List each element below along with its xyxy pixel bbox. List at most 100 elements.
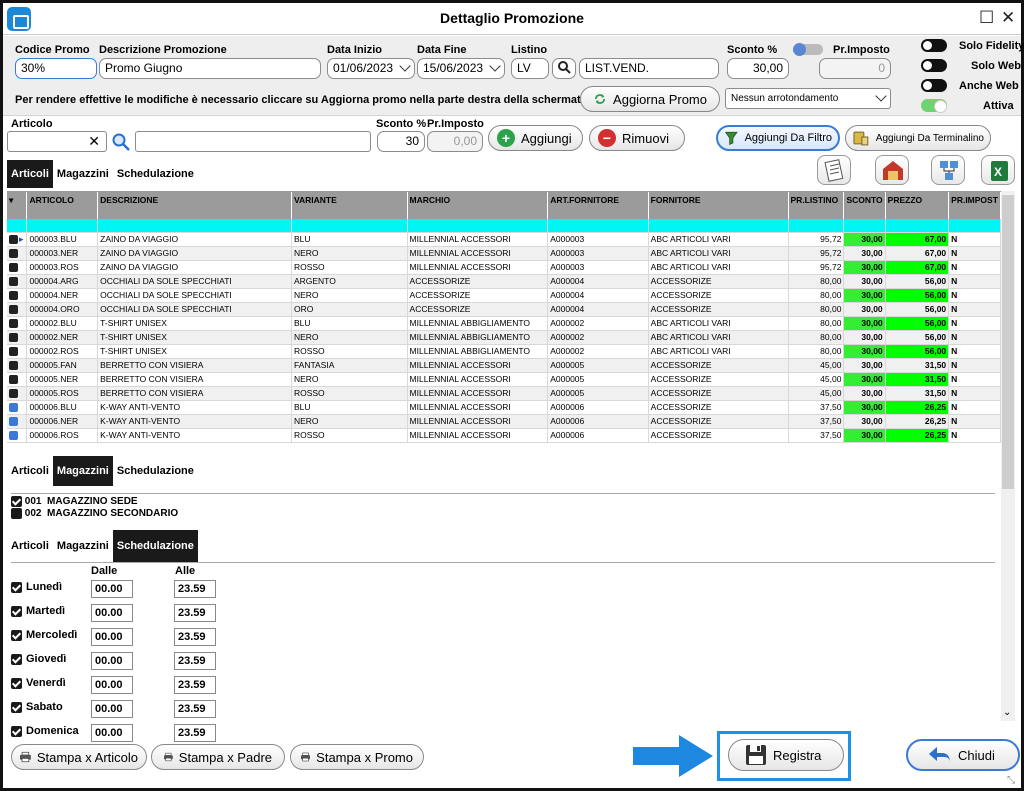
aggiungi-da-filtro-button[interactable]: Aggiungi Da Filtro (716, 125, 840, 151)
row-selector[interactable] (7, 358, 28, 373)
resize-grip-icon[interactable]: ⤡ (1007, 775, 1015, 786)
table-row[interactable]: 000002.NER T-SHIRT UNISEX NERO MILLENNIAL A… (7, 330, 1001, 345)
row-selector[interactable] (7, 288, 28, 303)
anche-web-toggle[interactable] (921, 79, 947, 92)
aggiungi-button[interactable]: + Aggiungi (488, 125, 583, 151)
attiva-toggle[interactable] (921, 99, 947, 113)
row-selector-header[interactable]: ▾ (7, 192, 28, 219)
codice-input[interactable]: 30% (15, 58, 97, 79)
row-selector[interactable] (7, 274, 28, 289)
row-selector[interactable] (7, 400, 28, 415)
listino-search-button[interactable] (552, 58, 576, 79)
listino-name-input[interactable]: LIST.VEND. (579, 58, 719, 79)
data-inizio-picker[interactable]: 01/06/2023 (327, 58, 415, 79)
solo-fidelity-toggle[interactable] (921, 39, 947, 52)
table-row[interactable]: ▸ 000003.BLU ZAINO DA VIAGGIO BLU MILLENNIAL… (7, 232, 1001, 247)
column-header[interactable]: PR.IMPOST (948, 192, 1001, 219)
registra-button[interactable]: Registra (728, 739, 844, 771)
alle-input[interactable]: 23.59 (174, 700, 216, 718)
column-header[interactable]: PREZZO (885, 192, 950, 219)
table-row[interactable]: 000003.NER ZAINO DA VIAGGIO NERO MILLENNIAL… (7, 246, 1001, 261)
row-selector[interactable] (7, 428, 28, 443)
filter-cell[interactable] (885, 219, 950, 233)
row-selector[interactable] (7, 316, 28, 331)
row-selector[interactable] (7, 330, 28, 345)
primposto-art-input[interactable]: 0,00 (427, 131, 483, 152)
warehouse-icon[interactable] (875, 155, 909, 185)
primposto-input[interactable]: 0 (819, 58, 891, 79)
aggiungi-da-terminalino-button[interactable]: Aggiungi Da Terminalino (845, 125, 991, 151)
schedule-day-row[interactable]: Venerdì (11, 677, 66, 689)
stampa-articolo-button[interactable]: Stampa x Articolo (11, 744, 147, 770)
tab-magazzini[interactable]: Magazzini (53, 160, 113, 188)
day-checkbox[interactable] (11, 653, 22, 665)
filter-cell[interactable] (948, 219, 1001, 233)
filter-cell[interactable] (407, 219, 549, 233)
row-selector[interactable] (7, 414, 28, 429)
alle-input[interactable]: 23.59 (174, 724, 216, 742)
row-selector[interactable] (7, 344, 28, 359)
main-scrollbar[interactable]: ⌄ (1001, 191, 1015, 721)
dalle-input[interactable]: 00.00 (91, 604, 133, 622)
table-row[interactable]: 000003.ROS ZAINO DA VIAGGIO ROSSO MILLENNIA… (7, 260, 1001, 275)
column-header[interactable]: PR.LISTINO (788, 192, 845, 219)
schedule-day-row[interactable]: Giovedì (11, 653, 66, 665)
day-checkbox[interactable] (11, 677, 22, 689)
excel-icon[interactable]: X (981, 155, 1015, 185)
sconto-input[interactable]: 30,00 (727, 58, 789, 79)
filter-cell[interactable] (97, 219, 292, 233)
row-selector[interactable]: ▸ (7, 232, 28, 247)
dalle-input[interactable]: 00.00 (91, 628, 133, 646)
dalle-input[interactable]: 00.00 (91, 652, 133, 670)
table-row[interactable]: 000005.ROS BERRETTO CON VISIERA ROSSO MILLE… (7, 386, 1001, 401)
row-selector[interactable] (7, 386, 28, 401)
alle-input[interactable]: 23.59 (174, 580, 216, 598)
schedule-day-row[interactable]: Sabato (11, 701, 63, 713)
tab-schedulazione[interactable]: Schedulazione (113, 456, 198, 486)
network-icon[interactable] (931, 155, 965, 185)
tab-magazzini[interactable]: Magazzini (53, 530, 113, 562)
alle-input[interactable]: 23.59 (174, 652, 216, 670)
row-selector[interactable] (7, 246, 28, 261)
alle-input[interactable]: 23.59 (174, 604, 216, 622)
day-checkbox[interactable] (11, 605, 22, 617)
magazzino-row[interactable]: 002 MAGAZZINO SECONDARIO (11, 508, 178, 519)
tab-schedulazione[interactable]: Schedulazione (112, 530, 198, 562)
schedule-day-row[interactable]: Martedì (11, 605, 65, 617)
magazzino-row[interactable]: 001 MAGAZZINO SEDE (11, 496, 138, 507)
schedule-day-row[interactable]: Lunedì (11, 581, 62, 593)
dalle-input[interactable]: 00.00 (91, 724, 133, 742)
checkbox-magazzino-002[interactable] (11, 508, 22, 519)
dalle-input[interactable]: 00.00 (91, 676, 133, 694)
tab-articoli[interactable]: Articoli (7, 456, 53, 486)
column-header[interactable]: DESCRIZIONE (97, 192, 292, 219)
filter-cell[interactable] (648, 219, 789, 233)
schedule-day-row[interactable]: Domenica (11, 725, 79, 737)
table-row[interactable]: 000006.NER K-WAY ANTI-VENTO NERO MILLENNIAL… (7, 414, 1001, 429)
schedule-day-row[interactable]: Mercoledì (11, 629, 77, 641)
descrizione-input[interactable]: Promo Giugno (99, 58, 321, 79)
tab-magazzini[interactable]: Magazzini (52, 456, 113, 486)
arrotondamento-select[interactable]: Nessun arrotondamento (725, 88, 891, 109)
table-row[interactable]: 000004.NER OCCHIALI DA SOLE SPECCHIATI NER… (7, 288, 1001, 303)
filter-row[interactable] (7, 219, 1001, 233)
dalle-input[interactable]: 00.00 (91, 700, 133, 718)
articolo-descr-input[interactable] (135, 131, 371, 152)
table-row[interactable]: 000006.BLU K-WAY ANTI-VENTO BLU MILLENNIAL … (7, 400, 1001, 415)
tab-articoli[interactable]: Articoli (7, 530, 53, 562)
tab-schedulazione[interactable]: Schedulazione (113, 160, 198, 188)
table-row[interactable]: 000006.ROS K-WAY ANTI-VENTO ROSSO MILLENNIA… (7, 428, 1001, 443)
stampa-padre-button[interactable]: Stampa x Padre (151, 744, 285, 770)
table-row[interactable]: 000005.NER BERRETTO CON VISIERA NERO MILLEN… (7, 372, 1001, 387)
filter-cell[interactable] (291, 219, 408, 233)
sconto-art-input[interactable]: 30 (377, 131, 425, 152)
column-header[interactable]: ART.FORNITORE (547, 192, 649, 219)
articolo-search-button[interactable] (111, 132, 131, 157)
day-checkbox[interactable] (11, 701, 22, 713)
filter-cell[interactable] (843, 219, 886, 233)
column-header[interactable]: VARIANTE (291, 192, 408, 219)
rimuovi-button[interactable]: − Rimuovi (589, 125, 685, 151)
tab-articoli[interactable]: Articoli (7, 160, 53, 188)
data-fine-picker[interactable]: 15/06/2023 (417, 58, 505, 79)
day-checkbox[interactable] (11, 725, 22, 737)
